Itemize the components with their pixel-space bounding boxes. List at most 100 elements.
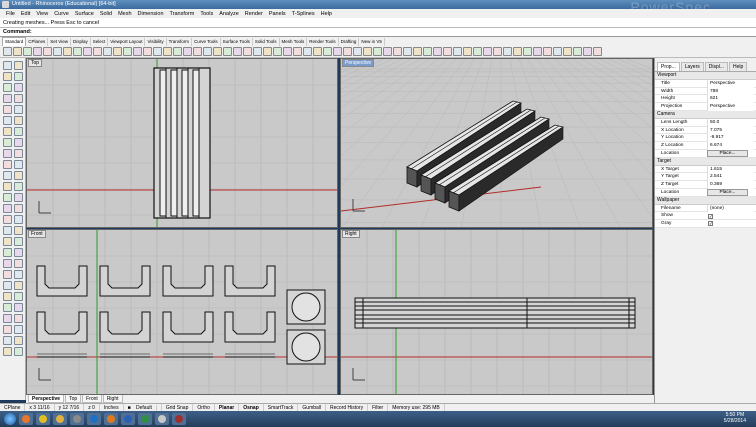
system-clock[interactable]: 5:50 PM 5/28/2014 xyxy=(724,412,746,424)
left-tool-icon[interactable] xyxy=(14,281,23,290)
toolbar-tool-icon[interactable] xyxy=(153,47,162,56)
left-tool-icon[interactable] xyxy=(3,127,12,136)
toolbar-tool-icon[interactable] xyxy=(93,47,102,56)
left-tool-icon[interactable] xyxy=(3,281,12,290)
toolbar-tool-icon[interactable] xyxy=(173,47,182,56)
toolbar-tool-icon[interactable] xyxy=(53,47,62,56)
left-tool-icon[interactable] xyxy=(14,61,23,70)
toolbar-tab-select[interactable]: Select xyxy=(91,38,109,46)
toolbar-tool-icon[interactable] xyxy=(473,47,482,56)
toolbar-tool-icon[interactable] xyxy=(23,47,32,56)
toolbar-tool-icon[interactable] xyxy=(413,47,422,56)
left-tool-icon[interactable] xyxy=(3,171,12,180)
panel-tab-3[interactable]: Help xyxy=(729,62,748,71)
toolbar-tool-icon[interactable] xyxy=(233,47,242,56)
property-value[interactable]: 50.0 xyxy=(707,118,754,127)
left-tool-icon[interactable] xyxy=(3,248,12,257)
illustrator-icon[interactable] xyxy=(121,413,135,425)
toolbar-tool-icon[interactable] xyxy=(183,47,192,56)
left-tool-icon[interactable] xyxy=(14,303,23,312)
start-orb-icon[interactable] xyxy=(4,413,16,425)
menu-help[interactable]: Help xyxy=(318,11,335,17)
toolbar-tab-display[interactable]: Display xyxy=(71,38,91,46)
toolbar-tool-icon[interactable] xyxy=(383,47,392,56)
left-tool-icon[interactable] xyxy=(14,138,23,147)
menu-tools[interactable]: Tools xyxy=(197,11,216,17)
media-icon[interactable] xyxy=(87,413,101,425)
property-value[interactable]: 621 xyxy=(707,95,754,104)
folder-icon[interactable] xyxy=(70,413,84,425)
toolbar-tool-icon[interactable] xyxy=(193,47,202,56)
left-tool-icon[interactable] xyxy=(3,193,12,202)
toolbar-tool-icon[interactable] xyxy=(223,47,232,56)
toolbar-tool-icon[interactable] xyxy=(143,47,152,56)
toolbar-tool-icon[interactable] xyxy=(133,47,142,56)
viewport-front[interactable]: Front xyxy=(26,229,338,395)
left-tool-icon[interactable] xyxy=(3,105,12,114)
toolbar-tool-icon[interactable] xyxy=(573,47,582,56)
firefox-icon[interactable] xyxy=(36,413,50,425)
menu-transform[interactable]: Transform xyxy=(167,11,198,17)
toolbar-tool-icon[interactable] xyxy=(103,47,112,56)
ie-icon[interactable] xyxy=(19,413,33,425)
gray-checkbox[interactable]: ✓ xyxy=(708,221,713,227)
left-tool-icon[interactable] xyxy=(3,61,12,70)
left-tool-icon[interactable] xyxy=(14,204,23,213)
toolbar-tool-icon[interactable] xyxy=(323,47,332,56)
toolbar-tab-surface-tools[interactable]: Surface Tools xyxy=(221,38,253,46)
menu-view[interactable]: View xyxy=(33,11,51,17)
toolbar-tab-cplanes[interactable]: CPlanes xyxy=(26,38,49,46)
toolbar-tool-icon[interactable] xyxy=(373,47,382,56)
left-tool-icon[interactable] xyxy=(3,336,12,345)
menu-render[interactable]: Render xyxy=(242,11,266,17)
menu-file[interactable]: File xyxy=(3,11,18,17)
toolbar-tool-icon[interactable] xyxy=(253,47,262,56)
toolbar-tab-visibility[interactable]: Visibility xyxy=(145,38,167,46)
toolbar-tool-icon[interactable] xyxy=(353,47,362,56)
left-tool-icon[interactable] xyxy=(3,237,12,246)
left-tool-icon[interactable] xyxy=(3,160,12,169)
left-tool-icon[interactable] xyxy=(3,270,12,279)
property-value[interactable]: 788 xyxy=(707,87,754,96)
viewport-tab-top[interactable]: Top xyxy=(65,395,82,403)
viewport-top[interactable]: Top xyxy=(26,58,338,228)
toolbar-tab-new-in-v5[interactable]: New in V5 xyxy=(359,38,385,46)
property-value[interactable]: 6.674 xyxy=(707,142,754,150)
left-tool-icon[interactable] xyxy=(3,292,12,301)
viewport-tab-perspective[interactable]: Perspective xyxy=(28,395,65,403)
toolbar-tool-icon[interactable] xyxy=(583,47,592,56)
left-tool-icon[interactable] xyxy=(3,149,12,158)
panel-tab-0[interactable]: Prop... xyxy=(657,62,680,71)
toolbar-tool-icon[interactable] xyxy=(303,47,312,56)
left-tool-icon[interactable] xyxy=(3,347,12,356)
toolbar-tab-set-view[interactable]: Set View xyxy=(48,38,71,46)
viewport-tab-right[interactable]: Right xyxy=(102,395,123,403)
toolbar-tool-icon[interactable] xyxy=(203,47,212,56)
left-tool-icon[interactable] xyxy=(14,171,23,180)
toolbar-tool-icon[interactable] xyxy=(163,47,172,56)
toolbar-tool-icon[interactable] xyxy=(3,47,12,56)
viewport-label-top[interactable]: Top xyxy=(28,59,43,67)
toolbar-tool-icon[interactable] xyxy=(243,47,252,56)
chrome-icon[interactable] xyxy=(53,413,67,425)
toolbar-tool-icon[interactable] xyxy=(513,47,522,56)
left-tool-icon[interactable] xyxy=(14,259,23,268)
property-value[interactable]: 1.615 xyxy=(707,165,754,174)
left-tool-icon[interactable] xyxy=(3,303,12,312)
toolbar-tool-icon[interactable] xyxy=(63,47,72,56)
left-tool-icon[interactable] xyxy=(14,347,23,356)
toolbar-tool-icon[interactable] xyxy=(443,47,452,56)
panel-tab-1[interactable]: Layers xyxy=(680,62,704,71)
left-tool-icon[interactable] xyxy=(3,259,12,268)
viewport-label-front[interactable]: Front xyxy=(28,230,46,238)
property-value[interactable]: Perspective xyxy=(707,103,754,111)
left-tool-icon[interactable] xyxy=(3,83,12,92)
property-value[interactable]: (none) xyxy=(707,204,754,213)
viewport-perspective[interactable]: Perspective xyxy=(340,58,653,228)
toolbar-tool-icon[interactable] xyxy=(83,47,92,56)
menu-edit[interactable]: Edit xyxy=(18,11,33,17)
command-line[interactable]: Command: xyxy=(0,28,756,37)
left-tool-icon[interactable] xyxy=(14,237,23,246)
left-tool-icon[interactable] xyxy=(3,138,12,147)
toolbar-tool-icon[interactable] xyxy=(123,47,132,56)
